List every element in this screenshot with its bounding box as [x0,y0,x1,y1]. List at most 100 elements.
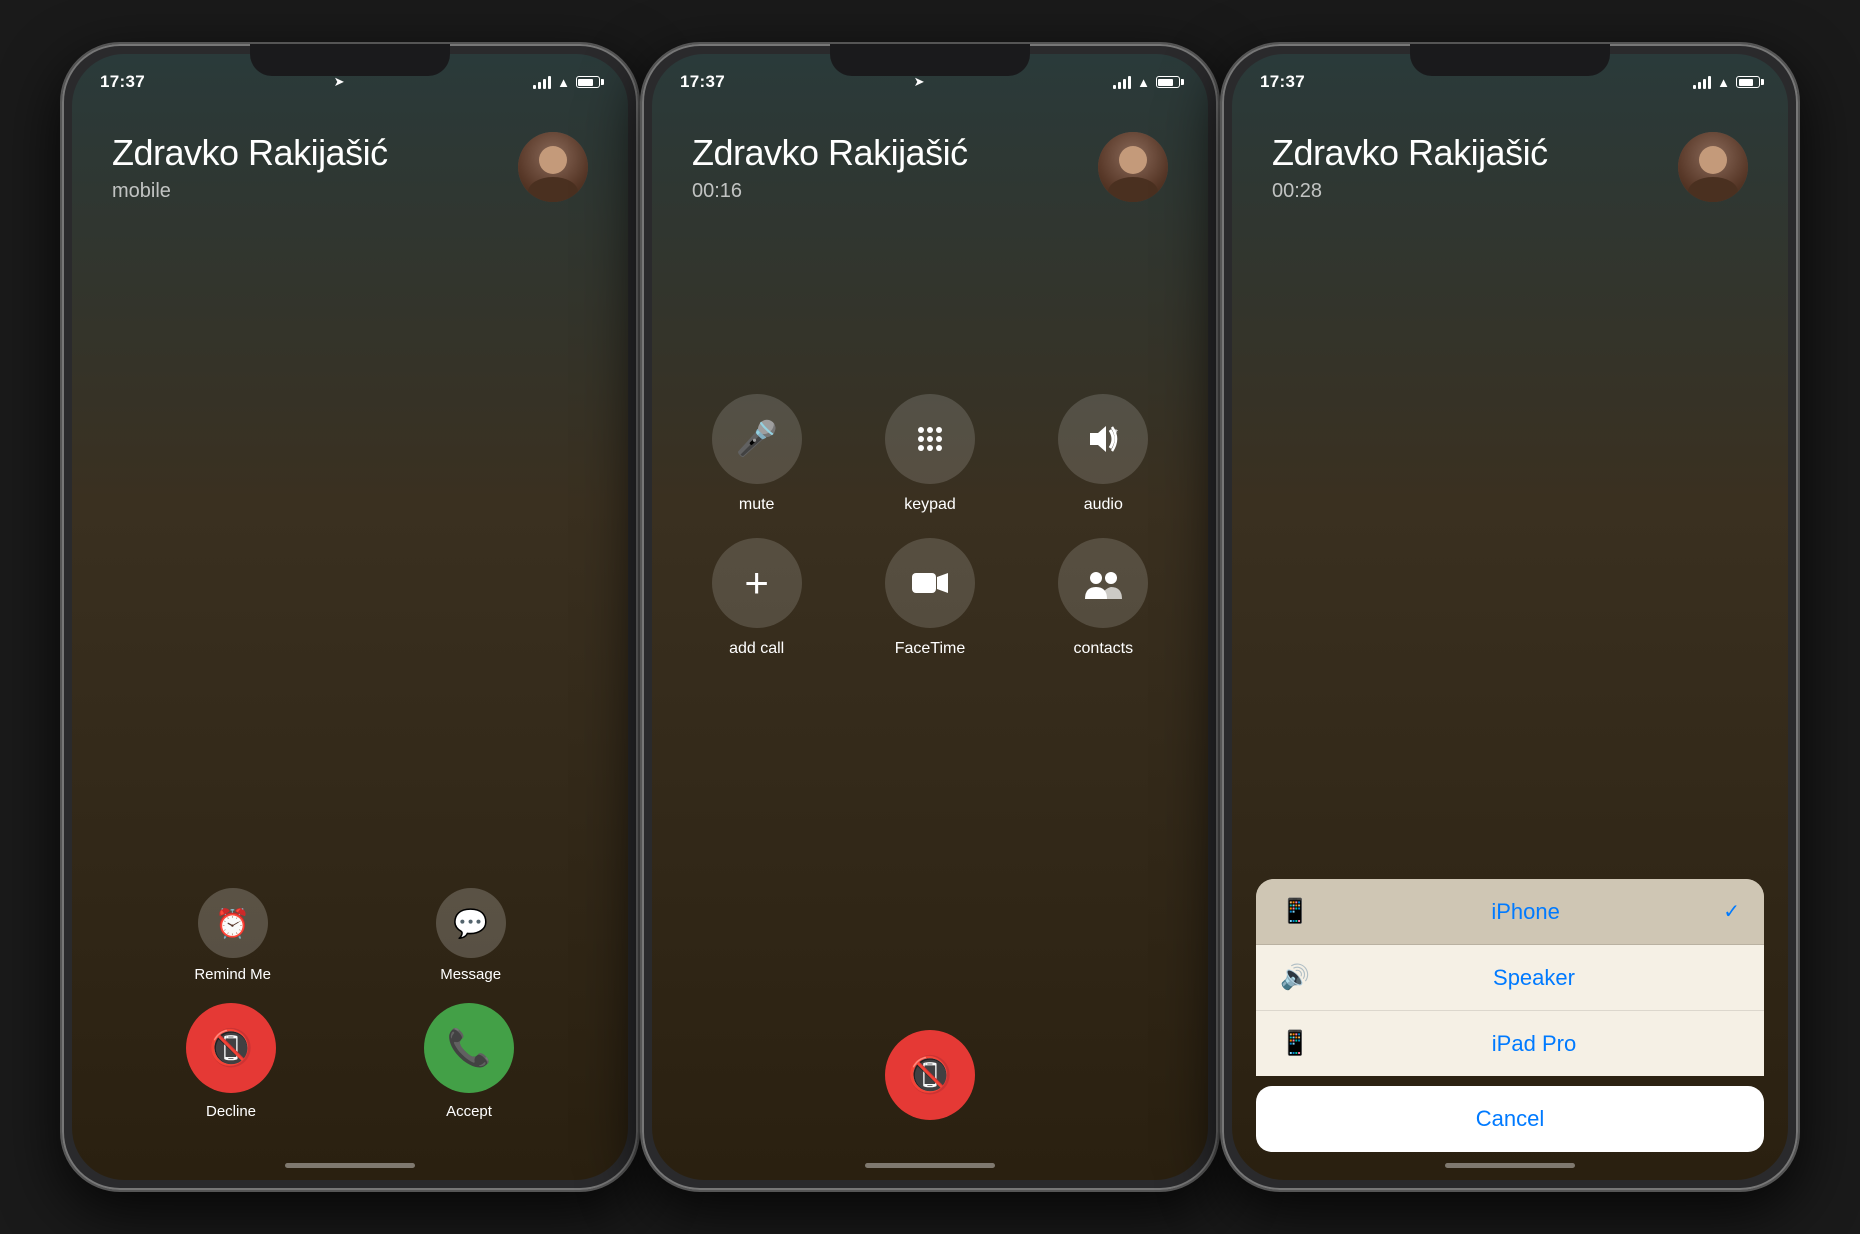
contacts-button[interactable]: contacts [1029,538,1178,658]
caller-info-3: Zdravko Rakijašić 00:28 [1272,132,1678,203]
mute-label: mute [739,496,775,514]
facetime-button[interactable]: FaceTime [855,538,1004,658]
signal-bars-3 [1693,75,1711,89]
audio-option-speaker[interactable]: 🔊 Speaker [1256,945,1764,1011]
call-content-2: Zdravko Rakijašić 00:16 [652,102,1208,203]
iphone-2: 17:37 ➤ ▲ [640,42,1220,1192]
status-icons-3: ▲ [1693,75,1760,90]
status-time-3: 17:37 [1260,72,1305,92]
ipad-device-icon: 📱 [1280,1029,1312,1058]
incoming-bottom-1: ⏰ Remind Me 💬 Message 📵 Decline [112,888,588,1120]
battery-icon-3 [1736,76,1760,88]
audio-picker-sheet: 📱 iPhone ✓ 🔊 Speaker 📱 iPad Pro [1256,879,1764,1076]
avatar-person-3 [1678,132,1748,202]
accept-label: Accept [446,1103,492,1120]
speaker-option-label: Speaker [1328,965,1740,991]
caller-name-2: Zdravko Rakijašić [692,132,1098,174]
call-content-1: Zdravko Rakijašić mobile [72,102,628,203]
decline-icon: 📵 [186,1003,276,1093]
iphone-1-screen: 17:37 ➤ ▲ [72,54,628,1180]
iphone-device-icon: 📱 [1280,897,1312,926]
keypad-label: keypad [904,496,956,514]
status-icons-2: ▲ [1113,75,1180,90]
mute-button[interactable]: 🎤 mute [682,394,831,514]
caller-avatar-3 [1678,132,1748,202]
facetime-label: FaceTime [895,640,966,658]
add-call-icon: + [712,538,802,628]
end-call-center: 📵 [692,1030,1168,1120]
signal-bar-1 [1693,85,1696,89]
caller-header-2: Zdravko Rakijašić 00:16 [692,132,1168,203]
audio-button[interactable]: * audio [1029,394,1178,514]
audio-icon: * [1058,394,1148,484]
signal-bar-1 [1113,85,1116,89]
contacts-label: contacts [1074,640,1134,658]
accept-button[interactable]: 📞 Accept [424,1003,514,1120]
ipad-option-label: iPad Pro [1328,1031,1740,1057]
status-time-1: 17:37 [100,72,145,92]
decline-accept-row: 📵 Decline 📞 Accept [112,1003,588,1120]
call-duration-2: 00:16 [692,180,1098,203]
contacts-icon [1058,538,1148,628]
signal-bar-4 [1708,76,1711,89]
battery-fill-2 [1158,79,1172,86]
status-icons-1: ▲ [533,75,600,90]
add-call-button[interactable]: + add call [682,538,831,658]
message-button[interactable]: 💬 Message [436,888,506,983]
svg-text:*: * [1114,428,1118,439]
signal-bar-3 [543,79,546,89]
caller-status-1: mobile [112,180,518,203]
remind-label: Remind Me [194,966,271,983]
audio-option-iphone[interactable]: 📱 iPhone ✓ [1256,879,1764,945]
wifi-icon-3: ▲ [1717,75,1730,90]
message-icon: 💬 [436,888,506,958]
iphone-check-icon: ✓ [1723,899,1740,924]
call-content-3: Zdravko Rakijašić 00:28 [1232,102,1788,203]
accept-icon: 📞 [424,1003,514,1093]
signal-bar-2 [1118,82,1121,89]
audio-cancel-button[interactable]: Cancel [1256,1086,1764,1152]
caller-avatar-1 [518,132,588,202]
audio-option-ipad[interactable]: 📱 iPad Pro [1256,1011,1764,1076]
facetime-icon [885,538,975,628]
battery-icon-2 [1156,76,1180,88]
iphone-option-label: iPhone [1328,899,1723,925]
remind-button[interactable]: ⏰ Remind Me [194,888,271,983]
bottom-buttons-1: ⏰ Remind Me 💬 Message 📵 Decline [72,888,628,1120]
keypad-button[interactable]: keypad [855,394,1004,514]
decline-button[interactable]: 📵 Decline [186,1003,276,1120]
caller-info-2: Zdravko Rakijašić 00:16 [692,132,1098,203]
action-grid-2: 🎤 mute [682,394,1178,658]
add-call-label: add call [729,640,784,658]
audio-label: audio [1084,496,1123,514]
iphone-2-screen: 17:37 ➤ ▲ [652,54,1208,1180]
bottom-buttons-2: 📵 [652,1030,1208,1120]
battery-icon-1 [576,76,600,88]
location-arrow-1: ➤ [334,74,345,90]
call-actions-grid: 🎤 mute [652,334,1208,698]
remind-icon: ⏰ [198,888,268,958]
mute-icon: 🎤 [712,394,802,484]
signal-bar-1 [533,85,536,89]
caller-header-3: Zdravko Rakijašić 00:28 [1272,132,1748,203]
cancel-label: Cancel [1476,1106,1544,1131]
remind-message-row-1: ⏰ Remind Me 💬 Message [112,888,588,983]
home-indicator-2 [865,1163,995,1168]
caller-name-3: Zdravko Rakijašić [1272,132,1678,174]
audio-picker-container: 📱 iPhone ✓ 🔊 Speaker 📱 iPad Pro [1232,879,1788,1180]
call-duration-3: 00:28 [1272,180,1678,203]
status-bar-2: 17:37 ➤ ▲ [652,54,1208,102]
end-call-button[interactable]: 📵 [885,1030,975,1120]
avatar-person-1 [518,132,588,202]
signal-bar-2 [1698,82,1701,89]
status-bar-1: 17:37 ➤ ▲ [72,54,628,102]
wifi-icon-1: ▲ [557,75,570,90]
message-label: Message [440,966,501,983]
speaker-device-icon: 🔊 [1280,963,1312,992]
home-indicator-1 [285,1163,415,1168]
iphone-3: 17:37 ▲ Z [1220,42,1800,1192]
caller-info-1: Zdravko Rakijašić mobile [112,132,518,203]
keypad-icon [885,394,975,484]
battery-fill-3 [1739,79,1753,86]
caller-name-1: Zdravko Rakijašić [112,132,518,174]
